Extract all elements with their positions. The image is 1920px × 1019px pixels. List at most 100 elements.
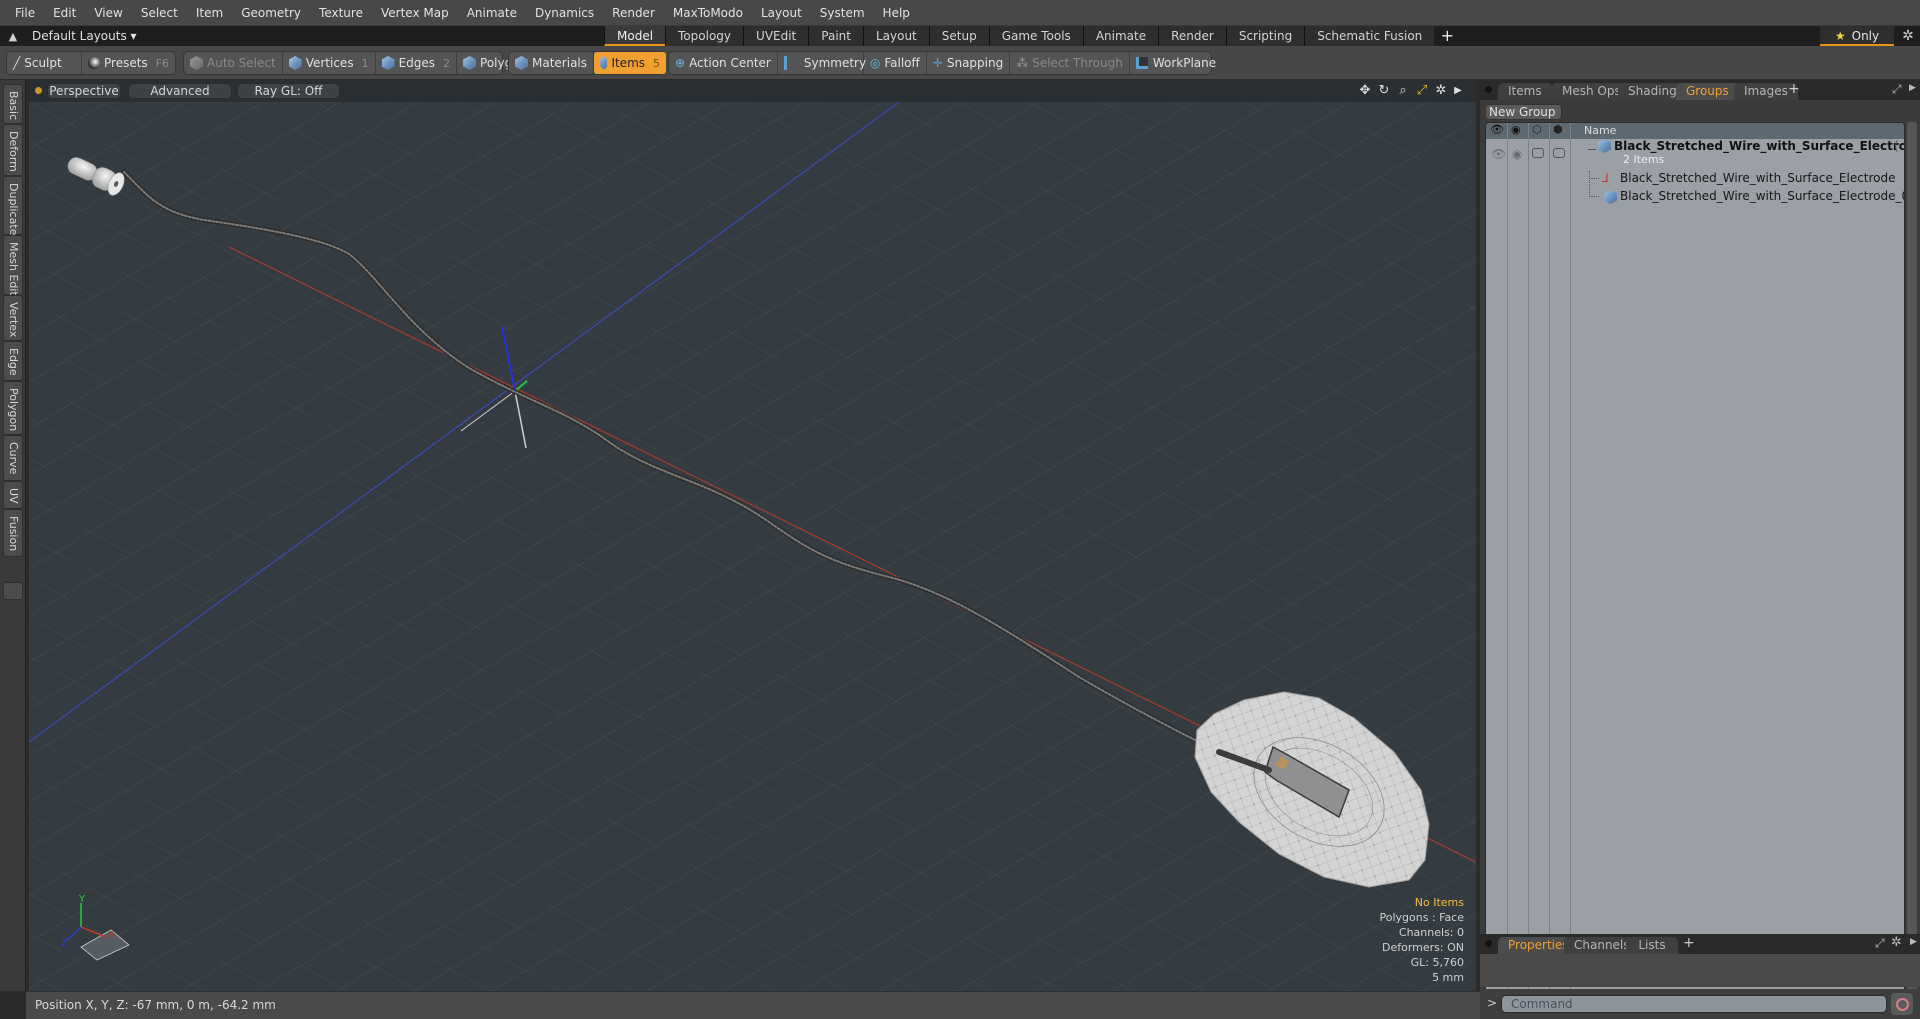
vtab-label: Fusion: [7, 516, 20, 552]
materials-button[interactable]: Materials: [509, 52, 595, 74]
tree-scrollbar[interactable]: [1907, 122, 1917, 1006]
workplane-label: WorkPlane: [1152, 56, 1217, 70]
vtab-uv[interactable]: UV: [3, 481, 23, 509]
select-through-button[interactable]: ⁂ Select Through: [1010, 52, 1130, 74]
properties-menu-arrow-icon[interactable]: ▶: [1910, 937, 1917, 947]
lock-toggle[interactable]: [1532, 148, 1544, 158]
viewport-gear-icon[interactable]: ✲: [1433, 83, 1449, 99]
vtab-edge[interactable]: Edge: [3, 341, 23, 381]
visibility-column-icon[interactable]: 👁: [1490, 123, 1504, 136]
vtab-curve[interactable]: Curve: [3, 435, 23, 481]
view-mode-dropdown[interactable]: Perspective: [47, 83, 121, 99]
vertices-button[interactable]: Vertices 1: [283, 52, 376, 74]
visibility-toggle-icon[interactable]: 👁: [1491, 147, 1506, 161]
properties-gear-icon[interactable]: ✲: [1891, 935, 1902, 950]
action-center-button[interactable]: ⊕ Action Center: [669, 52, 778, 74]
vtab-fusion[interactable]: Fusion: [3, 509, 23, 557]
tree-item-row[interactable]: ⅃ Black_Stretched_Wire_with_Surface_Elec…: [1486, 171, 1904, 197]
tab-layout[interactable]: Layout: [862, 26, 929, 46]
channels-info: Channels: 0: [1398, 926, 1464, 939]
vtab-polygon[interactable]: Polygon: [3, 381, 23, 435]
tab-paint[interactable]: Paint: [808, 26, 863, 46]
menu-edit[interactable]: Edit: [44, 6, 85, 20]
add-panel-tab-button[interactable]: +: [1788, 81, 1800, 97]
menu-file[interactable]: File: [6, 6, 44, 20]
auto-select-button[interactable]: Auto Select: [184, 52, 283, 74]
command-input[interactable]: Command: [1501, 995, 1887, 1013]
gear-icon[interactable]: ✲: [1898, 26, 1918, 46]
panel-dot-icon[interactable]: [1485, 86, 1492, 93]
menu-select[interactable]: Select: [132, 6, 187, 20]
rotate-icon[interactable]: ↻: [1376, 83, 1392, 99]
menu-animate[interactable]: Animate: [458, 6, 526, 20]
sculpt-button[interactable]: ╱ Sculpt: [7, 52, 82, 74]
3d-viewport[interactable]: Perspective Advanced Ray GL: Off ✥ ↻ ⌕ ⤢…: [29, 80, 1476, 991]
tab-schematic-fusion[interactable]: Schematic Fusion: [1304, 26, 1435, 46]
menu-maxtomodo[interactable]: MaxToModo: [664, 6, 752, 20]
select-toggle[interactable]: [1553, 148, 1565, 158]
snapping-button[interactable]: ✛ Snapping: [927, 52, 1011, 74]
record-macro-button[interactable]: [1891, 993, 1913, 1015]
raygl-toggle[interactable]: Ray GL: Off: [237, 83, 340, 99]
new-group-button[interactable]: New Group: [1485, 104, 1562, 120]
tab-render[interactable]: Render: [1158, 26, 1226, 46]
tab-groups[interactable]: Groups: [1676, 83, 1739, 100]
tab-uvedit[interactable]: UVEdit: [743, 26, 809, 46]
panel-menu-arrow-icon[interactable]: ▶: [1909, 83, 1916, 93]
menu-render[interactable]: Render: [603, 6, 664, 20]
tab-lists[interactable]: Lists: [1626, 937, 1678, 954]
axis-y-label: Y: [78, 894, 86, 905]
vtab-extra[interactable]: [3, 582, 23, 600]
scene-canvas[interactable]: Y X Z: [29, 102, 1476, 991]
render-column-icon[interactable]: ◉: [1511, 123, 1521, 136]
collapse-arrow-icon[interactable]: ▲: [0, 30, 26, 43]
vtab-duplicate[interactable]: Duplicate: [3, 176, 23, 235]
menu-item[interactable]: Item: [187, 6, 232, 20]
name-column-header[interactable]: Name: [1584, 124, 1616, 137]
menu-help[interactable]: Help: [874, 6, 919, 20]
vtab-basic[interactable]: Basic: [3, 84, 23, 124]
shading-mode-dropdown[interactable]: Advanced: [128, 83, 232, 99]
menu-system[interactable]: System: [811, 6, 874, 20]
tab-model[interactable]: Model: [604, 26, 666, 46]
tab-setup[interactable]: Setup: [928, 26, 989, 46]
tab-items[interactable]: Items: [1498, 83, 1552, 100]
vtab-deform[interactable]: Deform: [3, 124, 23, 176]
panel-dot-icon[interactable]: [1485, 940, 1492, 947]
vtab-vertex[interactable]: Vertex: [3, 295, 23, 341]
group-row[interactable]: 👁 ◉ Black_Stretched_Wire_with_Surface_El…: [1486, 139, 1904, 169]
symmetry-button[interactable]: Symmetry: [778, 52, 866, 74]
default-layouts-dropdown[interactable]: Default Layouts ▾: [26, 29, 137, 43]
lock-column-icon[interactable]: ⬡: [1532, 123, 1542, 136]
menu-geometry[interactable]: Geometry: [232, 6, 310, 20]
workplane-button[interactable]: WorkPlane: [1130, 52, 1222, 74]
viewport-status-dot-icon[interactable]: [35, 87, 42, 94]
items-button[interactable]: Items 5: [594, 52, 667, 74]
edges-button[interactable]: Edges 2: [376, 52, 458, 74]
only-button[interactable]: ★ Only: [1820, 26, 1894, 46]
vtab-mesh-edit[interactable]: Mesh Edit: [3, 235, 23, 296]
materials-label: Materials: [532, 56, 588, 70]
expand-properties-icon[interactable]: ⤢: [1875, 936, 1885, 951]
add-tab-button[interactable]: +: [1434, 26, 1460, 46]
menu-dynamics[interactable]: Dynamics: [526, 6, 603, 20]
presets-button[interactable]: Presets F6: [82, 52, 175, 74]
tree-item-row[interactable]: Black_Stretched_Wire_with_Surface_Electr…: [1486, 189, 1904, 207]
menu-view[interactable]: View: [85, 6, 131, 20]
tab-scripting[interactable]: Scripting: [1225, 26, 1305, 46]
maximize-icon[interactable]: ⤢: [1414, 83, 1430, 99]
menu-texture[interactable]: Texture: [310, 6, 372, 20]
tab-game-tools[interactable]: Game Tools: [988, 26, 1083, 46]
render-toggle-icon[interactable]: ◉: [1512, 147, 1522, 161]
pan-icon[interactable]: ✥: [1357, 83, 1373, 99]
tab-animate[interactable]: Animate: [1082, 26, 1159, 46]
menu-layout[interactable]: Layout: [752, 6, 811, 20]
select-column-icon[interactable]: ⬢: [1553, 123, 1563, 136]
tab-topology[interactable]: Topology: [665, 26, 744, 46]
zoom-icon[interactable]: ⌕: [1395, 83, 1411, 99]
expand-panel-icon[interactable]: ⤢: [1892, 82, 1902, 97]
menu-vertex-map[interactable]: Vertex Map: [372, 6, 458, 20]
falloff-button[interactable]: ◎ Falloff: [864, 52, 927, 74]
add-properties-tab-button[interactable]: +: [1683, 935, 1695, 951]
viewport-menu-arrow-icon[interactable]: ▶: [1450, 83, 1466, 99]
